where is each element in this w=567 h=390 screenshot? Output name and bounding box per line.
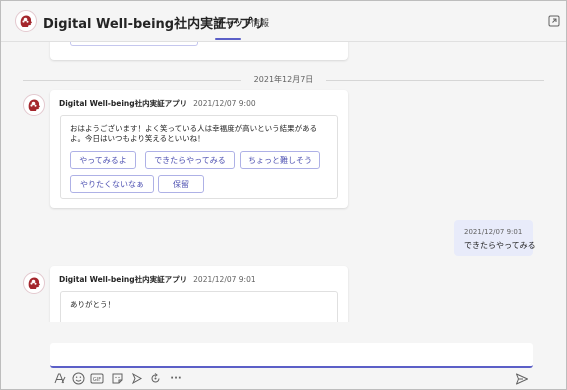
response-button-horyu[interactable]: 保留 — [158, 175, 204, 193]
sticker-icon[interactable] — [110, 371, 124, 385]
message-compose-box[interactable] — [50, 343, 533, 368]
message-text: できたらやってみる — [464, 241, 536, 250]
response-button-muzukashisou[interactable]: ちょっと難しそう — [240, 151, 320, 169]
active-tab-indicator — [215, 38, 241, 40]
message-text: ありがとう！ — [70, 300, 115, 309]
app-avatar[interactable] — [15, 10, 37, 32]
message-timestamp: 2021/12/07 9:01 — [193, 275, 256, 284]
date-separator: 2021年12月7日 — [23, 74, 544, 86]
svg-text:GIF: GIF — [93, 377, 101, 383]
adaptive-card: おはようございます！よく笑っている人は幸福度が高いという結果があるよ。今日はいつ… — [60, 115, 338, 199]
sender-avatar[interactable] — [23, 94, 45, 116]
emoji-icon[interactable] — [71, 371, 85, 385]
self-message-bubble: 2021/12/07 9:01 できたらやってみる — [454, 220, 536, 256]
tab-chat[interactable]: チャット — [216, 16, 252, 29]
sender-avatar[interactable] — [23, 272, 45, 294]
adaptive-card: ありがとう！ — [60, 291, 338, 322]
compose-toolbar: GIF ··· — [50, 371, 533, 387]
message-text: おはようございます！よく笑っている人は幸福度が高いという結果があるよ。今日はいつ… — [70, 124, 318, 143]
more-options-icon[interactable]: ··· — [168, 371, 184, 385]
previous-action-button[interactable] — [70, 42, 198, 46]
format-icon[interactable] — [52, 371, 66, 385]
previous-message-card — [50, 42, 348, 60]
send-icon[interactable] — [515, 372, 529, 386]
chat-header: Digital Well-being社内実証アプリ チャット 情報 — [1, 1, 566, 42]
popout-icon[interactable] — [548, 15, 560, 27]
brain-head-icon — [26, 97, 42, 113]
bot-message-card: Digital Well-being社内実証アプリ 2021/12/07 9:00… — [50, 90, 348, 208]
response-button-yaritakunai[interactable]: やりたくないなぁ — [70, 175, 154, 193]
brain-head-icon — [18, 13, 34, 29]
divider — [326, 80, 544, 81]
sender-name: Digital Well-being社内実証アプリ — [59, 275, 188, 284]
response-button-yatte-miru[interactable]: やってみるよ — [70, 151, 136, 169]
brain-head-icon — [26, 275, 42, 291]
gif-icon[interactable]: GIF — [90, 371, 104, 385]
loop-icon[interactable] — [148, 371, 162, 385]
bot-message-card: Digital Well-being社内実証アプリ 2021/12/07 9:01… — [50, 266, 348, 322]
response-button-dekitara[interactable]: できたらやってみる — [145, 151, 235, 169]
message-timestamp: 2021/12/07 9:00 — [193, 99, 256, 108]
sender-name: Digital Well-being社内実証アプリ — [59, 99, 188, 108]
message-meta: Digital Well-being社内実証アプリ 2021/12/07 9:01 — [59, 274, 256, 285]
message-timestamp: 2021/12/07 9:01 — [464, 228, 523, 236]
chat-message-list[interactable]: 2021年12月7日 Digital Well-being社内実証アプリ 2021… — [1, 42, 566, 322]
tab-info[interactable]: 情報 — [251, 16, 269, 29]
message-meta: Digital Well-being社内実証アプリ 2021/12/07 9:00 — [59, 98, 256, 109]
schedule-meeting-icon[interactable] — [129, 371, 143, 385]
